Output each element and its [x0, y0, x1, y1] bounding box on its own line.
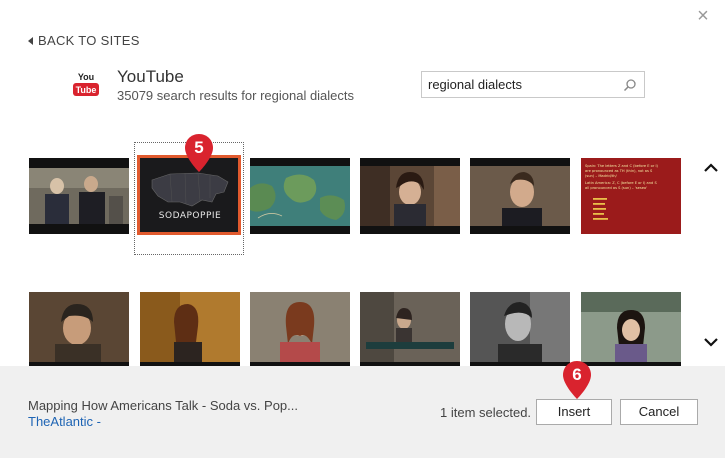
video-thumbnail-woman-laughing[interactable]: [360, 158, 460, 234]
video-thumbnail-woman-glasses[interactable]: [581, 292, 681, 368]
close-icon: ×: [697, 5, 709, 27]
video-thumbnail-woman-caption[interactable]: [360, 292, 460, 368]
back-to-sites-label: BACK TO SITES: [38, 33, 140, 48]
back-to-sites-link[interactable]: BACK TO SITES: [28, 33, 140, 48]
selected-video-title: Mapping How Americans Talk - Soda vs. Po…: [28, 398, 298, 413]
site-name: YouTube: [117, 67, 184, 86]
slide-line-2: are pronounced as TH (thin), not as S: [585, 169, 653, 173]
logo-text-bottom: Tube: [76, 85, 97, 95]
scroll-up-button[interactable]: [704, 157, 718, 178]
video-thumbnail-spain-slide[interactable]: Spain: The letters Z and C (before E or …: [581, 158, 681, 234]
video-thumbnail-two-men-interview[interactable]: [29, 158, 129, 234]
slide-line-4: Latin America: Z, C (before E or I) and …: [585, 181, 657, 185]
insert-video-dialog: × BACK TO SITES You Tube YouTube 35079 s…: [0, 0, 725, 458]
chevron-left-icon: [28, 36, 33, 45]
search-icon[interactable]: [623, 78, 637, 92]
video-thumbnail-man-talking[interactable]: [470, 158, 570, 234]
slide-line-5: all pronounced as S (sun) – 'seseo': [585, 186, 647, 190]
chevron-down-icon: [704, 338, 718, 347]
callout-step-6: 6: [563, 361, 591, 401]
callout-step-5-number: 5: [194, 138, 204, 157]
callout-step-5: 5: [185, 134, 213, 174]
insert-button[interactable]: Insert: [536, 399, 612, 425]
video-thumbnail-map-satellite[interactable]: [250, 158, 350, 234]
callout-step-6-number: 6: [572, 365, 582, 384]
video-thumbnail-woman-phone[interactable]: [140, 292, 240, 368]
selected-count-label: 1 item selected.: [440, 405, 532, 420]
search-box[interactable]: [421, 71, 645, 98]
cancel-button[interactable]: Cancel: [620, 399, 698, 425]
search-result-summary: 35079 search results for regional dialec…: [117, 88, 355, 103]
video-thumbnail-woman-smiling[interactable]: [250, 292, 350, 368]
logo-text-top: You: [78, 72, 94, 82]
video-thumbnail-man-bw[interactable]: [470, 292, 570, 368]
slide-line-3: (sun) – Madrid/th/: [585, 174, 618, 178]
slide-line-1: Spain: The letters Z and C (before E or …: [585, 164, 659, 168]
search-input[interactable]: [428, 75, 618, 94]
youtube-logo-icon: You Tube: [73, 72, 99, 96]
close-button[interactable]: ×: [692, 6, 714, 28]
video-thumbnail-man-beanie[interactable]: [29, 292, 129, 368]
scroll-down-button[interactable]: [704, 331, 718, 352]
selected-video-source-link[interactable]: TheAtlantic -: [28, 414, 101, 429]
chevron-up-icon: [704, 163, 718, 172]
